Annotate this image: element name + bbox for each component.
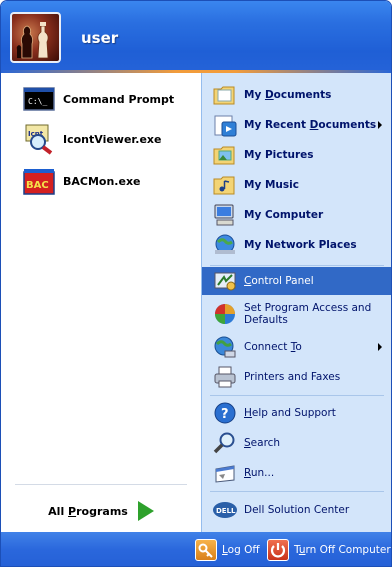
control-panel-icon: [212, 268, 238, 294]
place-label: My Pictures: [244, 149, 314, 161]
help-icon: ?: [212, 400, 238, 426]
program-access-icon: [212, 301, 238, 327]
pinned-item-label: IcontViewer.exe: [63, 132, 162, 146]
dell-icon: DELL: [212, 497, 238, 523]
my-pictures-icon: [212, 142, 238, 168]
pinned-item-icontviewer[interactable]: Icnt IcontViewer.exe: [7, 119, 197, 159]
place-my-pictures[interactable]: My Pictures: [202, 141, 391, 169]
place-my-computer[interactable]: My Computer: [202, 201, 391, 229]
pinned-item-bacmon[interactable]: BAC BACMon.exe: [7, 161, 197, 201]
place-my-network-places[interactable]: My Network Places: [202, 231, 391, 259]
user-name: user: [81, 29, 119, 47]
log-off-button[interactable]: Log Off: [195, 538, 260, 562]
place-my-music[interactable]: My Music: [202, 171, 391, 199]
dell-solution-center-item[interactable]: DELL Dell Solution Center: [202, 495, 391, 525]
program-access-label: Set Program Access and Defaults: [244, 302, 372, 326]
dell-label: Dell Solution Center: [244, 504, 350, 516]
user-avatar[interactable]: [10, 12, 61, 63]
places-pane: My Documents My Recent Documents My Pict…: [201, 73, 391, 532]
place-label: My Documents: [244, 89, 332, 101]
my-computer-icon: [212, 202, 238, 228]
green-arrow-icon: [137, 501, 154, 521]
connect-to-icon: [212, 334, 238, 360]
search-item[interactable]: Search: [202, 429, 391, 457]
pinned-item-label: Command Prompt: [63, 92, 175, 106]
printers-icon: [212, 364, 238, 390]
control-panel-item[interactable]: Control Panel: [202, 267, 391, 295]
recent-documents-icon: [212, 112, 238, 138]
run-icon: [212, 460, 238, 486]
control-panel-label: Control Panel: [244, 275, 314, 287]
svg-text:C:\_: C:\_: [28, 97, 47, 106]
place-my-documents[interactable]: My Documents: [202, 81, 391, 109]
network-places-icon: [212, 232, 238, 258]
place-my-recent-documents[interactable]: My Recent Documents: [202, 111, 391, 139]
place-label: My Recent Documents: [244, 119, 377, 131]
place-label: My Music: [244, 179, 299, 191]
run-label: Run...: [244, 467, 275, 479]
start-menu: user C:\_ Command Prompt Icnt IcontViewe…: [0, 0, 392, 567]
help-label: Help and Support: [244, 407, 336, 419]
place-label: My Network Places: [244, 239, 357, 251]
pinned-item-command-prompt[interactable]: C:\_ Command Prompt: [7, 79, 197, 119]
pinned-item-label: BACMon.exe: [63, 174, 141, 188]
power-icon: [267, 539, 289, 561]
run-item[interactable]: Run...: [202, 459, 391, 487]
command-prompt-icon: C:\_: [23, 83, 55, 115]
printers-label: Printers and Faxes: [244, 371, 341, 383]
places-divider: [210, 265, 384, 266]
left-divider: [15, 484, 187, 485]
svg-text:DELL: DELL: [216, 507, 236, 515]
start-menu-footer: Log Off Turn Off Computer: [1, 532, 391, 566]
all-programs-label: All Programs: [48, 504, 128, 518]
my-music-icon: [212, 172, 238, 198]
log-off-label: Log Off: [222, 544, 260, 556]
connect-to-item[interactable]: Connect To: [202, 333, 391, 361]
bacmon-icon: BAC: [23, 165, 55, 197]
start-menu-header: user: [1, 1, 391, 73]
system-divider: [210, 395, 384, 396]
printers-faxes-item[interactable]: Printers and Faxes: [202, 363, 391, 391]
svg-text:?: ?: [221, 407, 229, 422]
submenu-arrow-icon: [378, 343, 382, 351]
svg-text:BAC: BAC: [26, 180, 49, 191]
help-support-item[interactable]: ? Help and Support: [202, 399, 391, 427]
help-divider: [210, 491, 384, 492]
key-icon: [195, 539, 217, 561]
my-documents-icon: [212, 82, 238, 108]
all-programs-button[interactable]: All Programs: [1, 493, 201, 529]
search-label: Search: [244, 437, 281, 449]
submenu-arrow-icon: [378, 121, 382, 129]
pinned-programs-pane: C:\_ Command Prompt Icnt IcontViewer.exe: [1, 73, 201, 532]
set-program-access-item[interactable]: Set Program Access and Defaults: [202, 297, 391, 331]
place-label: My Computer: [244, 209, 324, 221]
turn-off-computer-button[interactable]: Turn Off Computer: [267, 538, 391, 562]
icontviewer-icon: Icnt: [23, 123, 55, 155]
connect-to-label: Connect To: [244, 341, 302, 353]
search-icon: [212, 430, 238, 456]
turn-off-label: Turn Off Computer: [294, 544, 391, 556]
